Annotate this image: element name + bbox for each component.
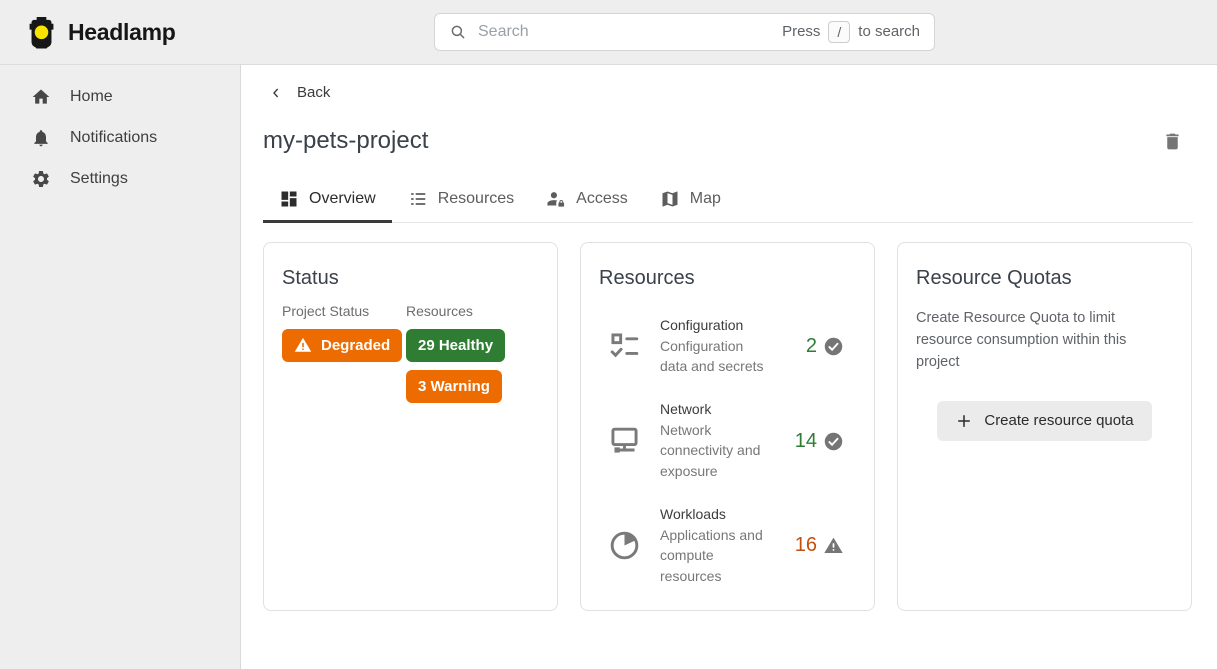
degraded-status-badge: Degraded bbox=[282, 329, 402, 362]
project-status-column: Project Status Degraded bbox=[282, 303, 406, 403]
tab-overview[interactable]: Overview bbox=[263, 179, 392, 222]
bell-icon bbox=[31, 128, 51, 148]
warning-triangle-icon bbox=[823, 535, 844, 556]
list-icon bbox=[408, 189, 428, 209]
sidebar-item-home[interactable]: Home bbox=[0, 76, 240, 117]
slash-keycap: / bbox=[828, 21, 850, 44]
plus-icon bbox=[955, 412, 973, 430]
tab-label: Access bbox=[576, 190, 628, 208]
search-placeholder: Search bbox=[478, 23, 529, 41]
resource-count-value: 14 bbox=[795, 430, 817, 453]
button-label: Create resource quota bbox=[984, 412, 1133, 429]
badge-label: 29 Healthy bbox=[418, 337, 493, 354]
sidebar-item-label: Notifications bbox=[70, 129, 157, 147]
badge-label: 3 Warning bbox=[418, 378, 490, 395]
headlamp-logo[interactable]: Headlamp bbox=[0, 16, 176, 49]
resource-description: Configuration data and secrets bbox=[660, 336, 770, 377]
global-search-input[interactable]: Search Press / to search bbox=[434, 13, 935, 51]
overview-cards: Status Project Status Degraded Resources… bbox=[263, 242, 1193, 611]
sidebar-item-label: Home bbox=[70, 88, 113, 106]
pie-chart-icon bbox=[606, 527, 643, 564]
resource-description: Applications and compute resources bbox=[660, 525, 770, 586]
tab-access[interactable]: Access bbox=[530, 179, 644, 222]
search-icon bbox=[449, 23, 467, 41]
brand-name: Headlamp bbox=[68, 19, 176, 46]
resource-row-network[interactable]: Network Network connectivity and exposur… bbox=[599, 401, 856, 481]
resource-count-value: 16 bbox=[795, 534, 817, 557]
check-circle-icon bbox=[823, 431, 844, 452]
title-row: my-pets-project bbox=[241, 106, 1217, 156]
resources-status-label: Resources bbox=[406, 303, 473, 319]
back-button[interactable]: Back bbox=[268, 84, 330, 101]
status-card: Status Project Status Degraded Resources… bbox=[263, 242, 558, 611]
tab-resources[interactable]: Resources bbox=[392, 179, 530, 222]
trash-icon bbox=[1162, 131, 1183, 152]
resource-quotas-card-title: Resource Quotas bbox=[916, 267, 1173, 290]
top-app-bar: Headlamp Search Press / to search bbox=[0, 0, 1217, 65]
to-search-label: to search bbox=[858, 23, 920, 40]
resource-count: 16 bbox=[795, 534, 856, 557]
resource-description: Network connectivity and exposure bbox=[660, 420, 770, 481]
resource-row-configuration[interactable]: Configuration Configuration data and sec… bbox=[599, 317, 856, 377]
resource-name: Configuration bbox=[660, 317, 770, 333]
chevron-left-icon bbox=[268, 85, 284, 101]
check-circle-icon bbox=[823, 336, 844, 357]
dashboard-icon bbox=[279, 189, 299, 209]
sidebar: Home Notifications Settings bbox=[0, 65, 241, 669]
resource-count: 2 bbox=[806, 335, 856, 358]
tab-label: Overview bbox=[309, 190, 376, 208]
resources-status-column: Resources 29 Healthy 3 Warning bbox=[406, 303, 505, 403]
sidebar-item-notifications[interactable]: Notifications bbox=[0, 117, 240, 158]
page-title: my-pets-project bbox=[263, 127, 428, 155]
status-card-title: Status bbox=[282, 267, 539, 290]
map-icon bbox=[660, 189, 680, 209]
healthy-count-badge: 29 Healthy bbox=[406, 329, 505, 362]
resource-count: 14 bbox=[795, 430, 856, 453]
resource-name: Workloads bbox=[660, 506, 770, 522]
resources-card-title: Resources bbox=[599, 267, 856, 290]
warning-triangle-icon bbox=[294, 336, 312, 354]
tab-map[interactable]: Map bbox=[644, 179, 737, 222]
resource-quotas-card: Resource Quotas Create Resource Quota to… bbox=[897, 242, 1192, 611]
resources-card: Resources Configuration Configuration da… bbox=[580, 242, 875, 611]
resource-name: Network bbox=[660, 401, 770, 417]
project-tabs: Overview Resources Access Map bbox=[263, 179, 1193, 223]
sidebar-item-label: Settings bbox=[70, 170, 128, 188]
resource-quotas-description: Create Resource Quota to limit resource … bbox=[916, 307, 1168, 374]
home-icon bbox=[31, 87, 51, 107]
sidebar-item-settings[interactable]: Settings bbox=[0, 158, 240, 199]
checklist-icon bbox=[606, 328, 643, 365]
main-content: Back my-pets-project Overview Resources bbox=[241, 65, 1217, 669]
delete-project-button[interactable] bbox=[1158, 127, 1187, 156]
search-shortcut-hint: Press / to search bbox=[782, 21, 920, 44]
warning-count-badge: 3 Warning bbox=[406, 370, 502, 403]
resource-row-workloads[interactable]: Workloads Applications and compute resou… bbox=[599, 506, 856, 586]
back-label: Back bbox=[297, 84, 330, 101]
project-status-label: Project Status bbox=[282, 303, 369, 319]
tab-label: Resources bbox=[438, 190, 514, 208]
create-resource-quota-button[interactable]: Create resource quota bbox=[937, 401, 1151, 441]
headlamp-lamp-icon bbox=[26, 16, 57, 49]
badge-label: Degraded bbox=[321, 337, 390, 354]
network-icon bbox=[606, 423, 643, 460]
gear-icon bbox=[31, 169, 51, 189]
person-lock-icon bbox=[546, 189, 566, 209]
tab-label: Map bbox=[690, 190, 721, 208]
resource-count-value: 2 bbox=[806, 335, 817, 358]
press-label: Press bbox=[782, 23, 820, 40]
